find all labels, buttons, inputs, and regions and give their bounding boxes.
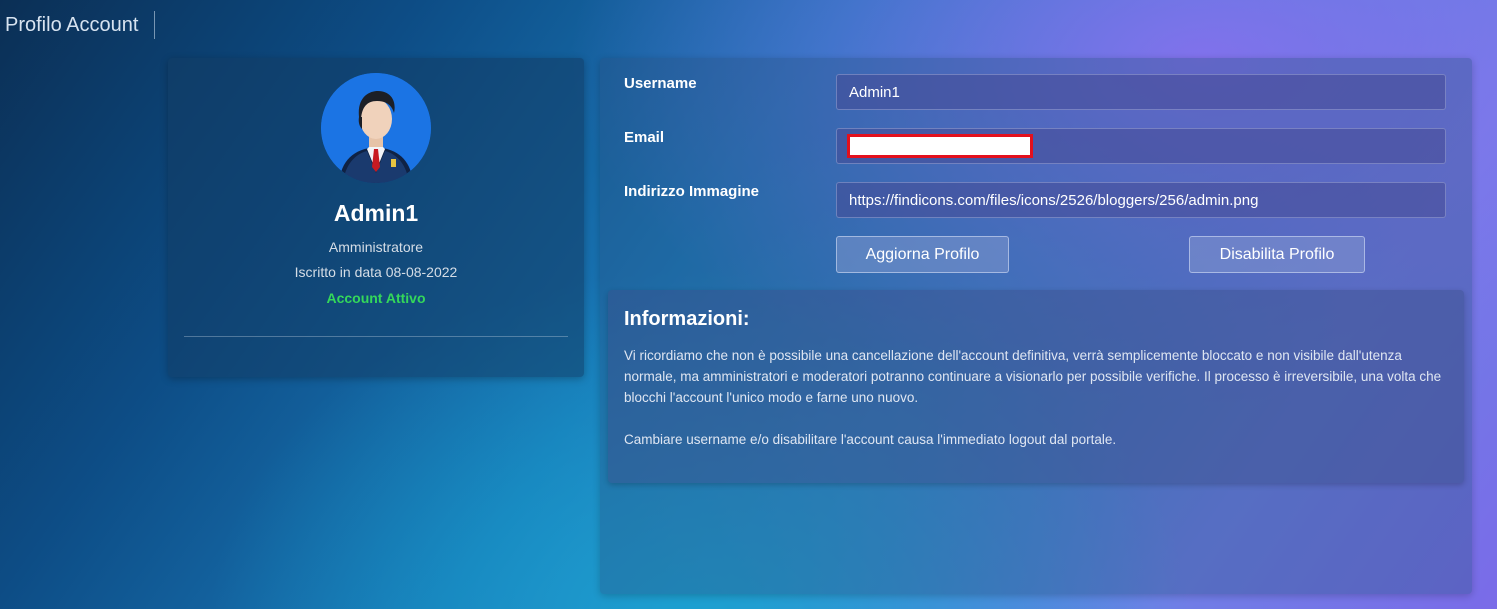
page-header: Profilo Account (0, 0, 156, 52)
disable-profile-button[interactable]: Disabilita Profilo (1189, 236, 1365, 273)
profile-form-panel: Username Email Indirizzo Immagine Aggior… (600, 58, 1472, 594)
email-label: Email (624, 129, 665, 146)
businessman-avatar-icon (321, 73, 431, 183)
profile-divider (184, 336, 568, 337)
profile-join-date: Iscritto in data 08-08-2022 (294, 264, 458, 280)
info-paragraph-1: Vi ricordiamo che non è possibile una ca… (624, 348, 1442, 405)
username-input[interactable] (836, 74, 1446, 110)
avatar (321, 73, 431, 183)
profile-role: Amministratore (328, 239, 424, 255)
account-status-badge: Account Attivo (326, 290, 426, 306)
username-label: Username (624, 75, 697, 92)
info-title: Informazioni: (624, 308, 750, 330)
page-title: Profilo Account (0, 11, 156, 39)
info-box: Informazioni: Vi ricordiamo che non è po… (608, 290, 1464, 483)
profile-name: Admin1 (333, 200, 419, 226)
image-url-input[interactable] (836, 182, 1446, 218)
email-redaction (847, 134, 1033, 158)
image-url-label: Indirizzo Immagine (624, 183, 760, 200)
update-profile-button[interactable]: Aggiorna Profilo (836, 236, 1009, 273)
profile-card: Admin1 Amministratore Iscritto in data 0… (168, 58, 584, 377)
info-paragraph-2: Cambiare username e/o disabilitare l'acc… (624, 432, 1117, 447)
